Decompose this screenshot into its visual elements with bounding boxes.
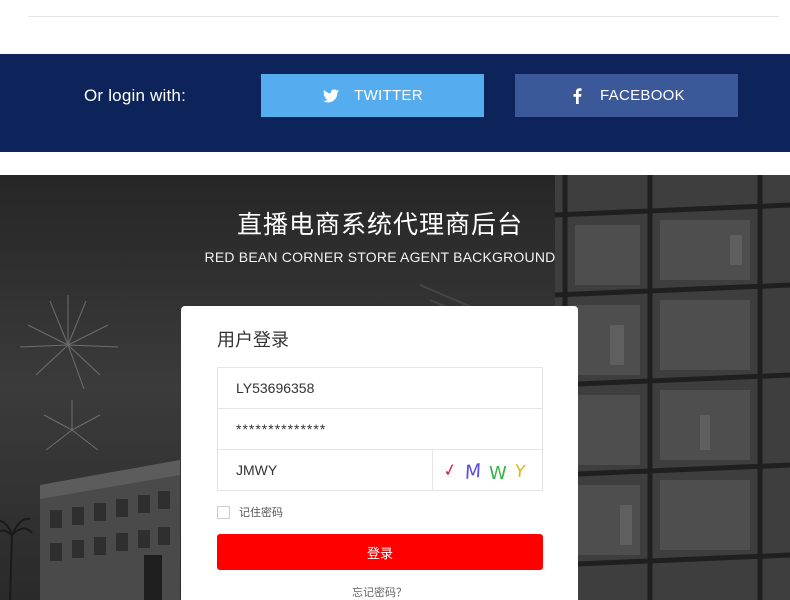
facebook-login-label: FACEBOOK <box>600 87 685 104</box>
top-strip <box>0 0 790 54</box>
captcha-input-value: JMWY <box>236 462 278 478</box>
section-gap <box>0 152 790 175</box>
login-hero: 直播电商系统代理商后台 RED BEAN CORNER STORE AGENT … <box>0 175 790 600</box>
remember-label: 记住密码 <box>239 506 283 519</box>
login-submit-label: 登录 <box>366 546 393 562</box>
hero-title: 直播电商系统代理商后台 <box>236 210 523 239</box>
forgot-password-link[interactable]: 忘记密码？ <box>181 584 578 600</box>
facebook-login-button[interactable]: FACEBOOK <box>515 74 738 117</box>
remember-checkbox[interactable] <box>217 505 230 519</box>
twitter-login-label: TWITTER <box>354 87 423 104</box>
facebook-icon <box>568 87 586 105</box>
social-login-prompt: Or login with: <box>84 86 187 105</box>
password-input[interactable]: ************** <box>217 408 543 450</box>
remember-password[interactable]: 记住密码 <box>217 504 283 520</box>
twitter-icon <box>322 87 340 105</box>
login-heading: 用户登录 <box>217 330 289 351</box>
login-submit-button[interactable]: 登录 <box>217 534 543 570</box>
captcha-input[interactable]: JMWY ✓ M W Y <box>217 449 543 491</box>
username-input[interactable]: LY53696358 <box>217 367 543 409</box>
hero-subtitle: RED BEAN CORNER STORE AGENT BACKGROUND <box>204 249 556 265</box>
twitter-login-button[interactable]: TWITTER <box>261 74 484 117</box>
forgot-password-label: 忘记密码？ <box>352 586 407 599</box>
password-value: ************** <box>236 421 327 437</box>
captcha-char-4: Y <box>513 461 527 482</box>
captcha-char-1: ✓ <box>441 459 459 482</box>
captcha-char-2: M <box>464 460 483 484</box>
captcha-char-3: W <box>489 463 507 484</box>
username-value: LY53696358 <box>236 380 315 396</box>
top-divider <box>28 16 779 17</box>
captcha-image[interactable]: ✓ M W Y <box>432 450 542 490</box>
login-card: 用户登录 LY53696358 ************** JMWY ✓ M … <box>181 306 578 600</box>
